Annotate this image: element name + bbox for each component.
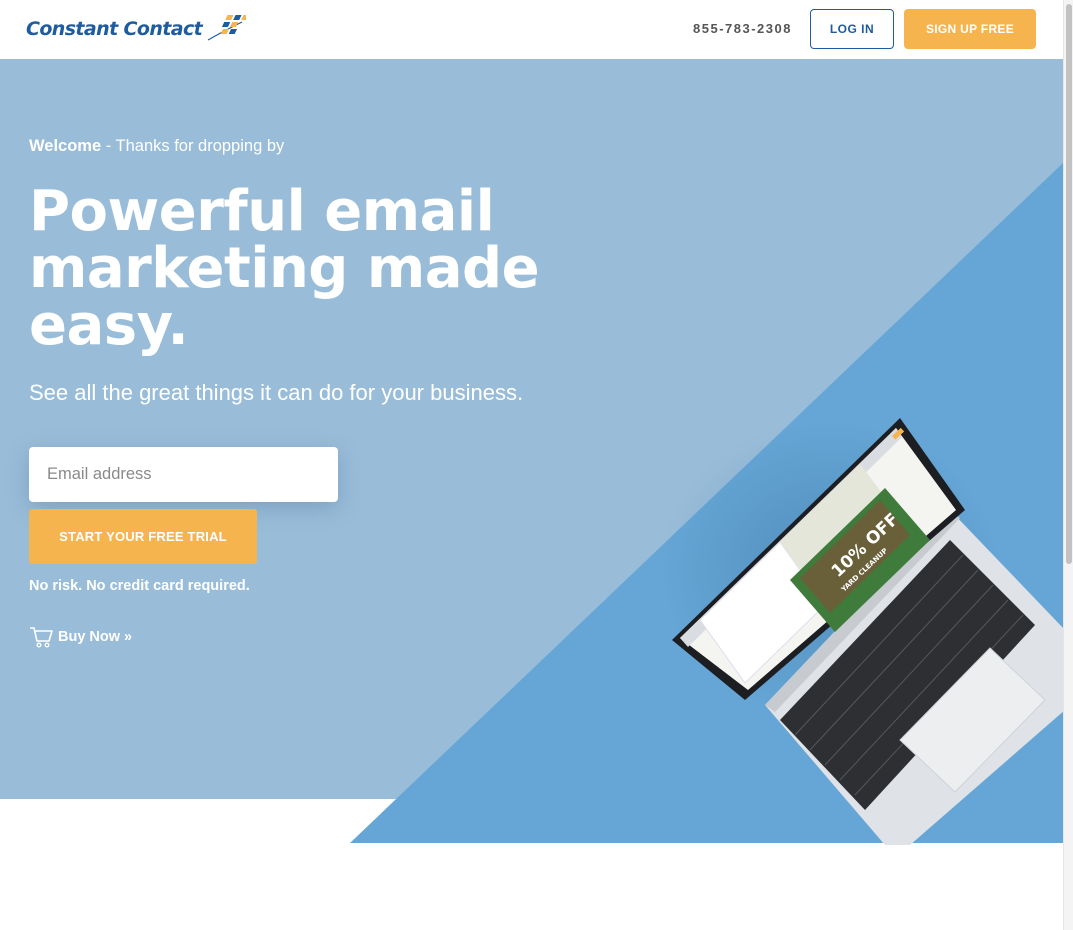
logo[interactable]: Constant Contact	[26, 14, 247, 44]
welcome-rest: - Thanks for dropping by	[101, 137, 285, 155]
login-button[interactable]: LOG IN	[810, 9, 894, 49]
site-header: Constant Contact 855-783-2308 LOG IN SIG…	[0, 0, 1063, 59]
email-field[interactable]	[29, 447, 338, 502]
scrollbar-thumb[interactable]	[1066, 4, 1072, 564]
signup-button[interactable]: SIGN UP FREE	[904, 9, 1036, 49]
logo-text: Constant Contact	[26, 18, 203, 40]
phone-number[interactable]: 855-783-2308	[693, 21, 792, 36]
no-risk-note: No risk. No credit card required.	[29, 578, 250, 594]
welcome-text: Welcome - Thanks for dropping by	[29, 137, 284, 156]
buy-now-link[interactable]: Buy Now »	[29, 626, 132, 648]
hero-headline: Powerful email marketing made easy.	[29, 179, 540, 358]
welcome-bold: Welcome	[29, 137, 102, 155]
page-scrollbar[interactable]	[1063, 0, 1073, 930]
hero-subline: See all the great things it can do for y…	[29, 380, 524, 405]
shopping-cart-icon	[30, 627, 53, 648]
laptop-illustration: 10% OFF YARD CLEANUP	[660, 418, 1065, 845]
buy-now-label: Buy Now »	[58, 629, 133, 645]
start-free-trial-button[interactable]: START YOUR FREE TRIAL	[29, 509, 257, 564]
constant-contact-logo-icon	[207, 15, 247, 41]
